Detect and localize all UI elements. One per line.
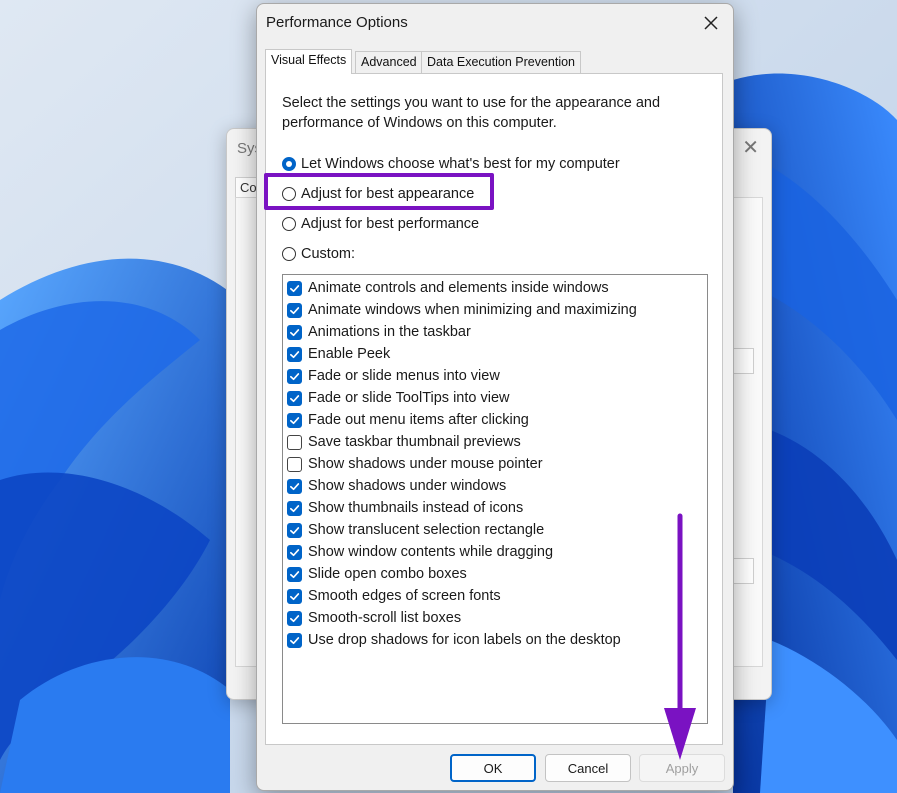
effect-label: Animations in the taskbar <box>308 324 471 340</box>
checkbox-checked[interactable] <box>287 478 302 494</box>
checkbox-checked[interactable] <box>287 412 302 428</box>
visual-effects-panel: Select the settings you want to use for … <box>265 73 723 745</box>
description-text: Select the settings you want to use for … <box>282 95 661 131</box>
performance-options-dialog: Performance Options Visual Effects Advan… <box>256 3 734 791</box>
radio-best-performance[interactable]: Adjust for best performance <box>282 214 479 234</box>
dialog-title: Performance Options <box>266 14 408 31</box>
checkbox-checked[interactable] <box>287 610 302 626</box>
visual-effects-list[interactable]: Animate controls and elements inside win… <box>282 274 708 724</box>
tab-visual-effects[interactable]: Visual Effects <box>265 49 353 74</box>
effect-label: Smooth edges of screen fonts <box>308 588 501 604</box>
effect-label: Smooth-scroll list boxes <box>308 610 462 626</box>
effect-label: Enable Peek <box>308 346 391 362</box>
system-properties-tab[interactable]: Co <box>235 177 257 197</box>
effect-label: Show translucent selection rectangle <box>308 522 545 538</box>
effect-checkbox-row[interactable]: Animate windows when minimizing and maxi… <box>287 299 637 321</box>
effect-checkbox-row[interactable]: Animations in the taskbar <box>287 321 471 343</box>
checkbox-checked[interactable] <box>287 632 302 648</box>
radio-button[interactable] <box>282 247 296 261</box>
radio-best-appearance[interactable]: Adjust for best appearance <box>282 184 474 204</box>
effect-checkbox-row[interactable]: Save taskbar thumbnail previews <box>287 431 521 453</box>
effect-label: Show shadows under windows <box>308 478 507 494</box>
effect-label: Show shadows under mouse pointer <box>308 456 543 472</box>
effect-label: Animate controls and elements inside win… <box>308 280 609 296</box>
effect-checkbox-row[interactable]: Fade or slide ToolTips into view <box>287 387 510 409</box>
effect-label: Show window contents while dragging <box>308 544 554 560</box>
effect-checkbox-row[interactable]: Fade or slide menus into view <box>287 365 500 387</box>
checkbox-checked[interactable] <box>287 522 302 538</box>
ok-button[interactable]: OK <box>450 754 536 782</box>
radio-button-selected[interactable] <box>282 157 296 171</box>
checkbox-checked[interactable] <box>287 566 302 582</box>
effect-checkbox-row[interactable]: Enable Peek <box>287 343 390 365</box>
tab-advanced[interactable]: Advanced <box>355 51 423 73</box>
effect-label: Fade out menu items after clicking <box>308 412 529 428</box>
system-properties-close-icon[interactable]: ✕ <box>742 135 759 160</box>
radio-let-windows-choose[interactable]: Let Windows choose what's best for my co… <box>282 154 620 174</box>
effect-checkbox-row[interactable]: Fade out menu items after clicking <box>287 409 529 431</box>
checkbox-checked[interactable] <box>287 390 302 406</box>
effect-checkbox-row[interactable]: Show shadows under windows <box>287 475 506 497</box>
cancel-button[interactable]: Cancel <box>545 754 631 782</box>
effect-checkbox-row[interactable]: Slide open combo boxes <box>287 563 467 585</box>
effect-label: Use drop shadows for icon labels on the … <box>308 632 621 648</box>
radio-label: Adjust for best appearance <box>301 186 475 202</box>
effect-label: Fade or slide ToolTips into view <box>308 390 510 406</box>
effect-label: Animate windows when minimizing and maxi… <box>308 302 637 318</box>
effect-label: Save taskbar thumbnail previews <box>308 434 521 450</box>
radio-button[interactable] <box>282 187 296 201</box>
checkbox-checked[interactable] <box>287 280 302 296</box>
checkbox-checked[interactable] <box>287 588 302 604</box>
radio-button[interactable] <box>282 217 296 231</box>
radio-label: Custom: <box>301 246 355 262</box>
effect-checkbox-row[interactable]: Smooth-scroll list boxes <box>287 607 461 629</box>
checkbox-unchecked[interactable] <box>287 456 302 472</box>
effect-checkbox-row[interactable]: Show translucent selection rectangle <box>287 519 544 541</box>
effect-label: Slide open combo boxes <box>308 566 467 582</box>
checkbox-checked[interactable] <box>287 346 302 362</box>
tab-data-execution-prevention[interactable]: Data Execution Prevention <box>421 51 582 73</box>
effect-checkbox-row[interactable]: Use drop shadows for icon labels on the … <box>287 629 621 651</box>
apply-button[interactable]: Apply <box>639 754 725 782</box>
checkbox-checked[interactable] <box>287 368 302 384</box>
radio-label: Let Windows choose what's best for my co… <box>301 156 620 172</box>
effect-checkbox-row[interactable]: Show thumbnails instead of icons <box>287 497 523 519</box>
effect-checkbox-row[interactable]: Animate controls and elements inside win… <box>287 277 609 299</box>
checkbox-checked[interactable] <box>287 544 302 560</box>
checkbox-checked[interactable] <box>287 324 302 340</box>
close-icon[interactable] <box>697 10 725 36</box>
radio-label: Adjust for best performance <box>301 216 480 232</box>
radio-custom[interactable]: Custom: <box>282 244 355 264</box>
effect-label: Fade or slide menus into view <box>308 368 500 384</box>
effect-checkbox-row[interactable]: Show window contents while dragging <box>287 541 553 563</box>
effect-checkbox-row[interactable]: Show shadows under mouse pointer <box>287 453 543 475</box>
checkbox-checked[interactable] <box>287 500 302 516</box>
checkbox-unchecked[interactable] <box>287 434 302 450</box>
effect-checkbox-row[interactable]: Smooth edges of screen fonts <box>287 585 501 607</box>
checkbox-checked[interactable] <box>287 302 302 318</box>
effect-label: Show thumbnails instead of icons <box>308 500 524 516</box>
